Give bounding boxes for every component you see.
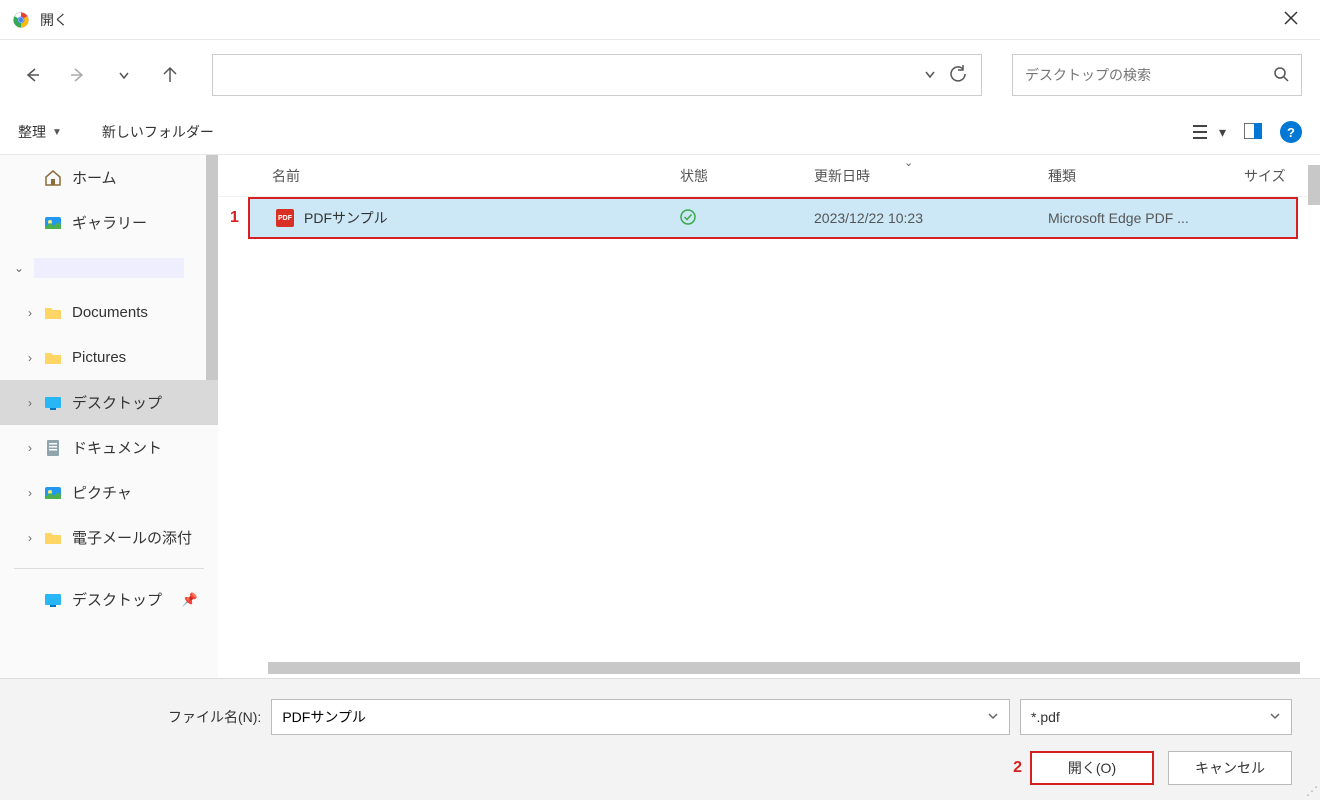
gallery-icon bbox=[44, 214, 62, 232]
address-input[interactable] bbox=[223, 67, 915, 83]
sort-indicator-icon: ⌄ bbox=[904, 156, 913, 169]
file-name: PDFサンプル bbox=[304, 208, 680, 228]
column-status[interactable]: 状態 bbox=[680, 166, 814, 186]
column-date[interactable]: ⌄ 更新日時 bbox=[814, 166, 1048, 186]
sidebar-item-home[interactable]: ホーム bbox=[0, 155, 218, 200]
filetype-text: *.pdf bbox=[1031, 709, 1269, 725]
sidebar-label: ドキュメント bbox=[72, 437, 162, 458]
caret-icon: ▾ bbox=[1219, 124, 1226, 141]
document-icon bbox=[44, 439, 62, 457]
chevron-right-icon: › bbox=[28, 396, 32, 410]
sidebar-item-documents[interactable]: › Documents bbox=[0, 290, 218, 335]
folder-icon bbox=[44, 529, 62, 547]
filetype-dropdown-icon[interactable] bbox=[1269, 709, 1281, 725]
file-status bbox=[680, 209, 814, 228]
pdf-icon: PDF bbox=[276, 209, 294, 227]
window-title: 開く bbox=[40, 10, 68, 30]
sidebar-item-desktop-pinned[interactable]: デスクトップ 📌 bbox=[0, 577, 218, 622]
new-folder-button[interactable]: 新しいフォルダー bbox=[102, 122, 214, 142]
column-size[interactable]: サイズ bbox=[1244, 166, 1304, 186]
filename-dropdown-icon[interactable] bbox=[987, 709, 999, 725]
file-date: 2023/12/22 10:23 bbox=[814, 210, 1048, 226]
main-area: ホーム ギャラリー ⌄ › Documents › Pictures › デスク… bbox=[0, 154, 1320, 678]
desktop-icon bbox=[44, 591, 62, 609]
pin-icon[interactable]: 📌 bbox=[182, 592, 198, 608]
sidebar-item-gallery[interactable]: ギャラリー bbox=[0, 200, 218, 245]
sidebar-label: Documents bbox=[72, 304, 148, 321]
navbar bbox=[0, 40, 1320, 110]
sidebar-separator bbox=[14, 568, 204, 569]
sidebar-item-documents-jp[interactable]: › ドキュメント bbox=[0, 425, 218, 470]
sidebar-label: ギャラリー bbox=[72, 212, 147, 233]
help-button[interactable]: ? bbox=[1280, 121, 1302, 143]
sidebar-item-pictures-jp[interactable]: › ピクチャ bbox=[0, 470, 218, 515]
sidebar: ホーム ギャラリー ⌄ › Documents › Pictures › デスク… bbox=[0, 155, 218, 678]
file-list: 名前 状態 ⌄ 更新日時 種類 サイズ 1 PDF PDFサンプル 2023/1… bbox=[218, 155, 1320, 678]
sidebar-label: 電子メールの添付 bbox=[72, 527, 192, 548]
view-mode-button[interactable]: ▾ bbox=[1193, 124, 1226, 141]
search-box[interactable] bbox=[1012, 54, 1302, 96]
sidebar-item-desktop[interactable]: › デスクトップ bbox=[0, 380, 218, 425]
back-button[interactable] bbox=[18, 61, 46, 89]
filename-combobox[interactable] bbox=[271, 699, 1010, 735]
refresh-button[interactable] bbox=[945, 65, 971, 86]
column-date-label: 更新日時 bbox=[814, 168, 870, 184]
bottom-bar: ファイル名(N): *.pdf 2 開く(O) キャンセル bbox=[0, 678, 1320, 800]
chevron-down-icon: ⌄ bbox=[14, 261, 24, 275]
filelist-hscrollbar[interactable] bbox=[268, 662, 1300, 674]
annotation-2: 2 bbox=[1013, 759, 1022, 777]
desktop-icon bbox=[44, 394, 62, 412]
address-bar[interactable] bbox=[212, 54, 982, 96]
annotation-1: 1 bbox=[230, 209, 239, 227]
organize-menu[interactable]: 整理 bbox=[18, 122, 46, 142]
recent-dropdown[interactable] bbox=[110, 61, 138, 89]
file-row[interactable]: 1 PDF PDFサンプル 2023/12/22 10:23 Microsoft… bbox=[248, 197, 1298, 239]
filename-input[interactable] bbox=[282, 709, 987, 725]
preview-pane-button[interactable] bbox=[1244, 123, 1262, 142]
sidebar-placeholder bbox=[34, 258, 184, 278]
resize-grip-icon[interactable]: ⋰ bbox=[1306, 784, 1318, 798]
chevron-right-icon: › bbox=[28, 531, 32, 545]
cancel-button[interactable]: キャンセル bbox=[1168, 751, 1292, 785]
address-dropdown[interactable] bbox=[915, 67, 945, 84]
folder-icon bbox=[44, 349, 62, 367]
pictures-icon bbox=[44, 484, 62, 502]
close-button[interactable] bbox=[1274, 5, 1308, 34]
chevron-right-icon: › bbox=[28, 306, 32, 320]
up-button[interactable] bbox=[156, 61, 184, 89]
chevron-right-icon: › bbox=[28, 441, 32, 455]
filetype-combobox[interactable]: *.pdf bbox=[1020, 699, 1292, 735]
forward-button[interactable] bbox=[64, 61, 92, 89]
organize-caret-icon[interactable]: ▼ bbox=[52, 127, 62, 138]
filelist-scrollbar[interactable] bbox=[1308, 165, 1320, 205]
titlebar: 開く bbox=[0, 0, 1320, 40]
sidebar-label: ピクチャ bbox=[72, 482, 132, 503]
folder-icon bbox=[44, 304, 62, 322]
sync-ok-icon bbox=[680, 209, 696, 225]
sidebar-item-pictures[interactable]: › Pictures bbox=[0, 335, 218, 380]
sidebar-label: デスクトップ bbox=[72, 589, 162, 610]
chevron-right-icon: › bbox=[28, 351, 32, 365]
sidebar-label: ホーム bbox=[72, 167, 117, 188]
home-icon bbox=[44, 169, 62, 187]
file-type: Microsoft Edge PDF ... bbox=[1048, 210, 1248, 226]
column-name[interactable]: 名前 bbox=[272, 166, 680, 186]
chevron-right-icon: › bbox=[28, 486, 32, 500]
search-icon[interactable] bbox=[1273, 66, 1289, 85]
sidebar-group-collapsed[interactable]: ⌄ bbox=[0, 245, 218, 290]
filename-label: ファイル名(N): bbox=[168, 707, 261, 727]
sidebar-label: Pictures bbox=[72, 349, 126, 366]
sidebar-item-email[interactable]: › 電子メールの添付 bbox=[0, 515, 218, 560]
chrome-icon bbox=[12, 11, 30, 29]
search-input[interactable] bbox=[1025, 67, 1273, 83]
column-type[interactable]: 種類 bbox=[1048, 166, 1244, 186]
toolbar: 整理 ▼ 新しいフォルダー ▾ ? bbox=[0, 110, 1320, 154]
sidebar-label: デスクトップ bbox=[72, 392, 162, 413]
column-headers: 名前 状態 ⌄ 更新日時 種類 サイズ bbox=[218, 155, 1320, 197]
open-button[interactable]: 開く(O) bbox=[1030, 751, 1154, 785]
